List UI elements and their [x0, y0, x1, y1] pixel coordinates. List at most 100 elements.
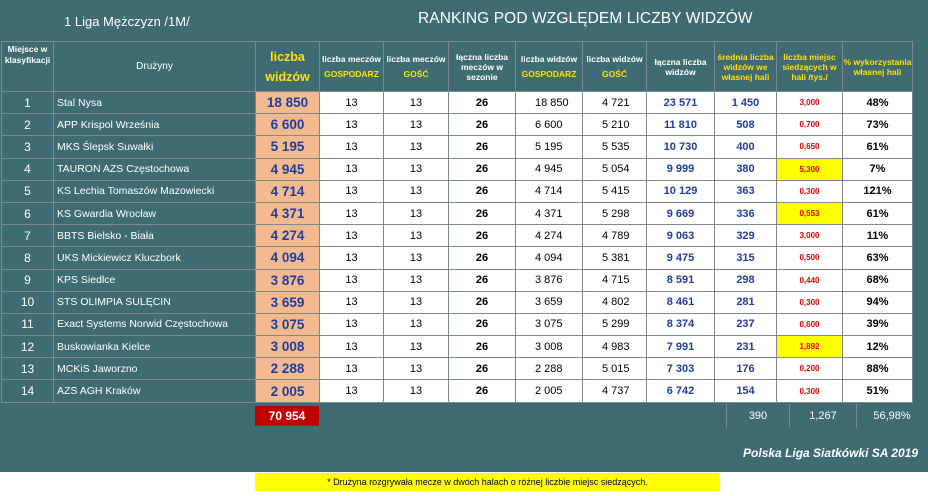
total-viewers-cell: 10 129: [646, 179, 715, 203]
seats-cell: 0,200: [776, 357, 843, 381]
total-matches-cell: 26: [448, 335, 516, 359]
usage-cell: 61%: [842, 135, 913, 159]
position-cell: 6: [1, 201, 54, 226]
position-cell: 14: [1, 379, 54, 403]
away-viewers-cell: 4 715: [582, 268, 647, 292]
home-viewers-cell: 3 876: [515, 268, 583, 292]
away-viewers-cell: 5 299: [582, 312, 647, 337]
total-viewers-cell: 8 374: [646, 312, 715, 337]
total-avg-viewers: 390: [748, 410, 768, 422]
home-viewers-cell: 4 945: [515, 157, 583, 181]
seats-cell: 0,500: [776, 246, 843, 270]
home-viewers-cell: 3 008: [515, 335, 583, 359]
team-name: BBTS Bielsko - Biała: [53, 224, 256, 248]
home-matches-cell: 13: [319, 312, 384, 337]
usage-cell: 12%: [842, 335, 913, 359]
usage-cell: 63%: [842, 246, 913, 270]
avg-viewers-cell: 508: [714, 113, 777, 137]
title-bar: 1 Liga Mężczyzn /1M/ RANKING POD WZGLĘDE…: [0, 0, 928, 40]
table-row: 4 TAURON AZS Częstochowa 4 945 13 13 26 4 945 5…: [1, 157, 913, 181]
home-viewers-cell: 3 075: [515, 312, 583, 337]
away-viewers-cell: 5 415: [582, 179, 647, 203]
header-seats: liczba miejsc siedzących w hali /tys./: [776, 41, 843, 92]
viewers-cell: 4 945: [255, 157, 320, 181]
table-row: 5 KS Lechia Tomaszów Mazowiecki 4 714 13 13 2…: [1, 179, 913, 203]
viewers-cell: 4 371: [255, 201, 320, 226]
total-viewers-cell: 11 810: [646, 113, 715, 137]
header-total-viewers: łączna liczba widzów: [646, 41, 715, 92]
seats-cell: 3,000: [776, 90, 843, 115]
total-viewers-cell: 7 303: [646, 357, 715, 381]
header-avg-viewers: średnia liczba widzów we własnej hali: [714, 41, 777, 92]
seats-cell: 0,300: [776, 290, 843, 314]
away-matches-cell: 13: [383, 379, 449, 403]
team-name: Exact Systems Norwid Częstochowa: [53, 312, 256, 337]
away-matches-cell: 13: [383, 179, 449, 203]
position-cell: 5: [1, 179, 54, 203]
home-matches-cell: 13: [319, 224, 384, 248]
total-viewers-cell: 9 999: [646, 157, 715, 181]
home-matches-cell: 13: [319, 179, 384, 203]
away-viewers-cell: 5 015: [582, 357, 647, 381]
home-matches-cell: 13: [319, 246, 384, 270]
away-matches-cell: 13: [383, 335, 449, 359]
home-viewers-cell: 2 288: [515, 357, 583, 381]
viewers-cell: 4 274: [255, 224, 320, 248]
away-matches-cell: 13: [383, 135, 449, 159]
home-matches-cell: 13: [319, 357, 384, 381]
avg-viewers-cell: 315: [714, 246, 777, 270]
table-row: 11 Exact Systems Norwid Częstochowa 3 075 1…: [1, 312, 913, 337]
table-row: 10 STS OLIMPIA SULĘCIN 3 659 13 13 26 3 659 4 8…: [1, 290, 913, 314]
seats-cell: 0,300: [776, 379, 843, 403]
total-matches-cell: 26: [448, 90, 516, 115]
away-matches-cell: 13: [383, 268, 449, 292]
header-away-viewers: liczba widzów GOŚĆ: [582, 41, 647, 92]
avg-viewers-cell: 231: [714, 335, 777, 359]
home-matches-cell: 13: [319, 201, 384, 226]
viewers-cell: 2 288: [255, 357, 320, 381]
seats-cell: 0,300: [776, 179, 843, 203]
team-name: MCKiS Jaworzno: [53, 357, 256, 381]
total-viewers-cell: 9 475: [646, 246, 715, 270]
avg-viewers-cell: 176: [714, 357, 777, 381]
header-home-viewers-sub: GOSPODARZ: [521, 69, 577, 79]
position-cell: 7: [1, 224, 54, 248]
usage-cell: 48%: [842, 90, 913, 115]
team-name: Buskowianka Kielce: [53, 335, 256, 359]
viewers-cell: 4 714: [255, 179, 320, 203]
team-name: TAURON AZS Częstochowa: [53, 157, 256, 181]
home-viewers-cell: 6 600: [515, 113, 583, 137]
avg-viewers-cell: 380: [714, 157, 777, 181]
position-cell: 4: [1, 157, 54, 181]
team-name: MKS Ślepsk Suwałki: [53, 135, 256, 159]
home-viewers-cell: 2 005: [515, 379, 583, 403]
away-viewers-cell: 5 298: [582, 201, 647, 226]
total-viewers-cell: 7 991: [646, 335, 715, 359]
total-viewers-cell: 10 730: [646, 135, 715, 159]
viewers-cell: 3 876: [255, 268, 320, 292]
header-viewers: liczba widzów: [255, 41, 320, 92]
ranking-title: RANKING POD WZGLĘDEM LICZBY WIDZÓW: [418, 10, 753, 27]
total-seats: 1,267: [809, 410, 837, 422]
header-home-viewers: liczba widzów GOSPODARZ: [515, 41, 583, 92]
table-row: 3 MKS Ślepsk Suwałki 5 195 13 13 26 5 195 5 535…: [1, 135, 913, 159]
home-matches-cell: 13: [319, 90, 384, 115]
away-matches-cell: 13: [383, 312, 449, 337]
viewers-cell: 3 659: [255, 290, 320, 314]
seats-cell: 0,650: [776, 135, 843, 159]
total-matches-cell: 26: [448, 268, 516, 292]
divider: [726, 404, 727, 428]
home-viewers-cell: 4 274: [515, 224, 583, 248]
team-name: APP Krispol Września: [53, 113, 256, 137]
away-viewers-cell: 5 210: [582, 113, 647, 137]
away-viewers-cell: 5 054: [582, 157, 647, 181]
away-viewers-cell: 4 789: [582, 224, 647, 248]
header-away-sub: GOŚĆ: [403, 69, 429, 79]
total-matches-cell: 26: [448, 135, 516, 159]
home-matches-cell: 13: [319, 379, 384, 403]
total-matches-cell: 26: [448, 379, 516, 403]
usage-cell: 61%: [842, 201, 913, 226]
home-viewers-cell: 4 714: [515, 179, 583, 203]
viewers-cell: 4 094: [255, 246, 320, 270]
total-matches-cell: 26: [448, 357, 516, 381]
